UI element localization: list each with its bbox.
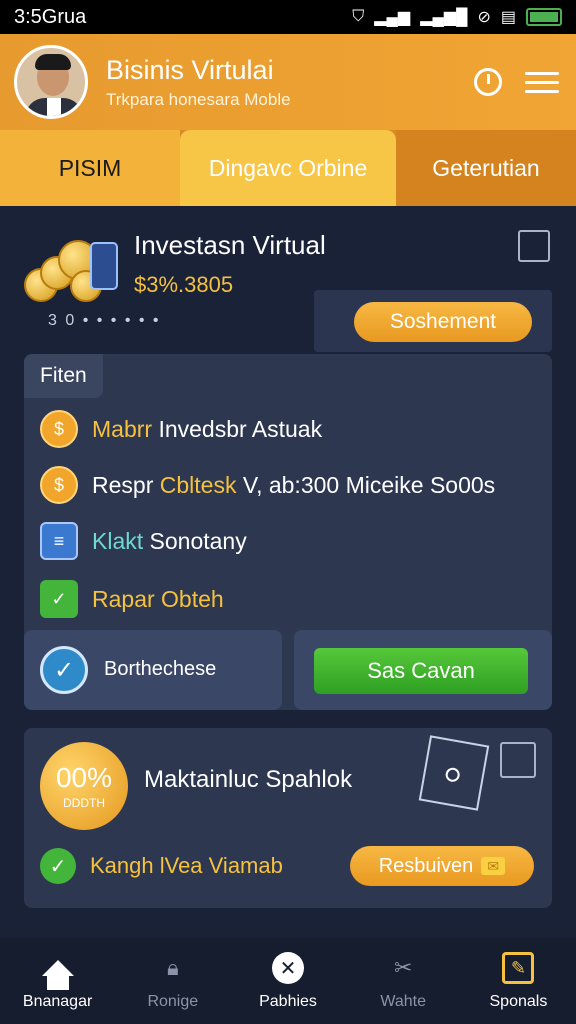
status-time: 3:5Grua [14,5,87,28]
investment-title: Investasn Virtual [134,230,326,260]
progress-dots: 3 0 • • • • • • [48,312,161,329]
share-icon[interactable] [518,230,550,262]
features-panel: Fiten $ Mabrr Invedsbr Astuak $ Respr Cb… [24,354,552,710]
tab-bar: PISIM Dingavc Orbine Geterutian [0,130,576,206]
feature-item[interactable]: ✓ Rapar Obteh [40,580,224,618]
sas-cavan-box: Sas Cavan [294,630,552,710]
battery-icon [526,8,562,26]
card-icon: ≡ [40,522,78,560]
tab-pisim[interactable]: PISIM [0,130,180,206]
features-label: Fiten [24,354,103,398]
signal-icon: ▂▄▆ [374,9,411,26]
nav-item-home[interactable]: Bnanagar [0,938,115,1024]
edit-icon: ✎ [501,951,535,985]
sas-cavan-button[interactable]: Sas Cavan [314,648,528,694]
check-icon: ✓ [40,580,78,618]
investment-amount: $3%.3805 [134,272,234,297]
sim-icon: ▤ [500,9,516,26]
reward-row: ✓ Kangh lVea Viamab [40,848,283,884]
reward-title: Maktainluc Spahlok [144,766,353,793]
check-circle-icon: ✓ [40,646,88,694]
tab-dingavc-orbine[interactable]: Dingavc Orbine [180,130,396,206]
soshement-button[interactable]: Soshement [354,302,532,342]
feature-item[interactable]: $ Respr Cbltesk V, ab:300 Miceike So00s [40,466,495,504]
status-bar: 3:5Grua ⛉ ▂▄▆ ▂▄▆█ ⊘ ▤ [0,0,576,34]
resbuiven-button[interactable]: Resbuiven ✉ [350,846,534,886]
coin-icon: $ [40,410,78,448]
clock-icon[interactable] [468,62,508,102]
coin-icon: $ [40,466,78,504]
nav-item-wahte[interactable]: ✂︎ Wahte [346,938,461,1024]
diagram-icon [418,735,490,811]
coins-icon [24,236,124,306]
nav-item-sponals[interactable]: ✎ Sponals [461,938,576,1024]
bottom-navbar: Bnanagar 🔒︎ Ronige ✕ Pabhies ✂︎ Wahte ✎ … [0,938,576,1024]
envelope-icon: ✉ [481,857,506,875]
tab-geterutian[interactable]: Geterutian [396,130,576,206]
app-subtitle: Trkpara honesara Moble [106,89,291,109]
signal2-icon: ▂▄▆█ [420,9,468,26]
compass-icon: ✕ [271,951,305,985]
borthechese-box[interactable]: ✓ Borthechese [24,630,282,710]
borthechese-label: Borthechese [104,658,217,680]
status-icons: ⛉ ▂▄▆ ▂▄▆█ ⊘ ▤ [352,7,562,27]
shield-icon: ⛉ [352,8,365,25]
mute-icon: ⊘ [477,9,491,26]
download-icon[interactable] [500,742,536,778]
app-header: Bisinis Virtulai Trkpara honesara Moble [0,34,576,130]
menu-icon[interactable] [522,62,562,102]
feature-item[interactable]: ≡ Klakt Sonotany [40,522,247,560]
nav-item-pabhies[interactable]: ✕ Pabhies [230,938,345,1024]
tools-icon: ✂︎ [393,955,413,980]
home-icon [41,951,75,990]
check-icon: ✓ [40,848,76,884]
feature-item[interactable]: $ Mabrr Invedsbr Astuak [40,410,322,448]
investment-card: Investasn Virtual $3%.3805 3 0 • • • • •… [24,226,552,356]
percent-badge: 00% DDDTH [40,742,128,830]
avatar[interactable] [14,45,88,119]
reward-card: 00% DDDTH Maktainluc Spahlok ✓ Kangh lVe… [24,728,552,908]
app-title: Bisinis Virtulai [106,54,274,85]
lock-icon: 🔒︎ [166,955,179,980]
nav-item-ronige[interactable]: 🔒︎ Ronige [115,938,230,1024]
